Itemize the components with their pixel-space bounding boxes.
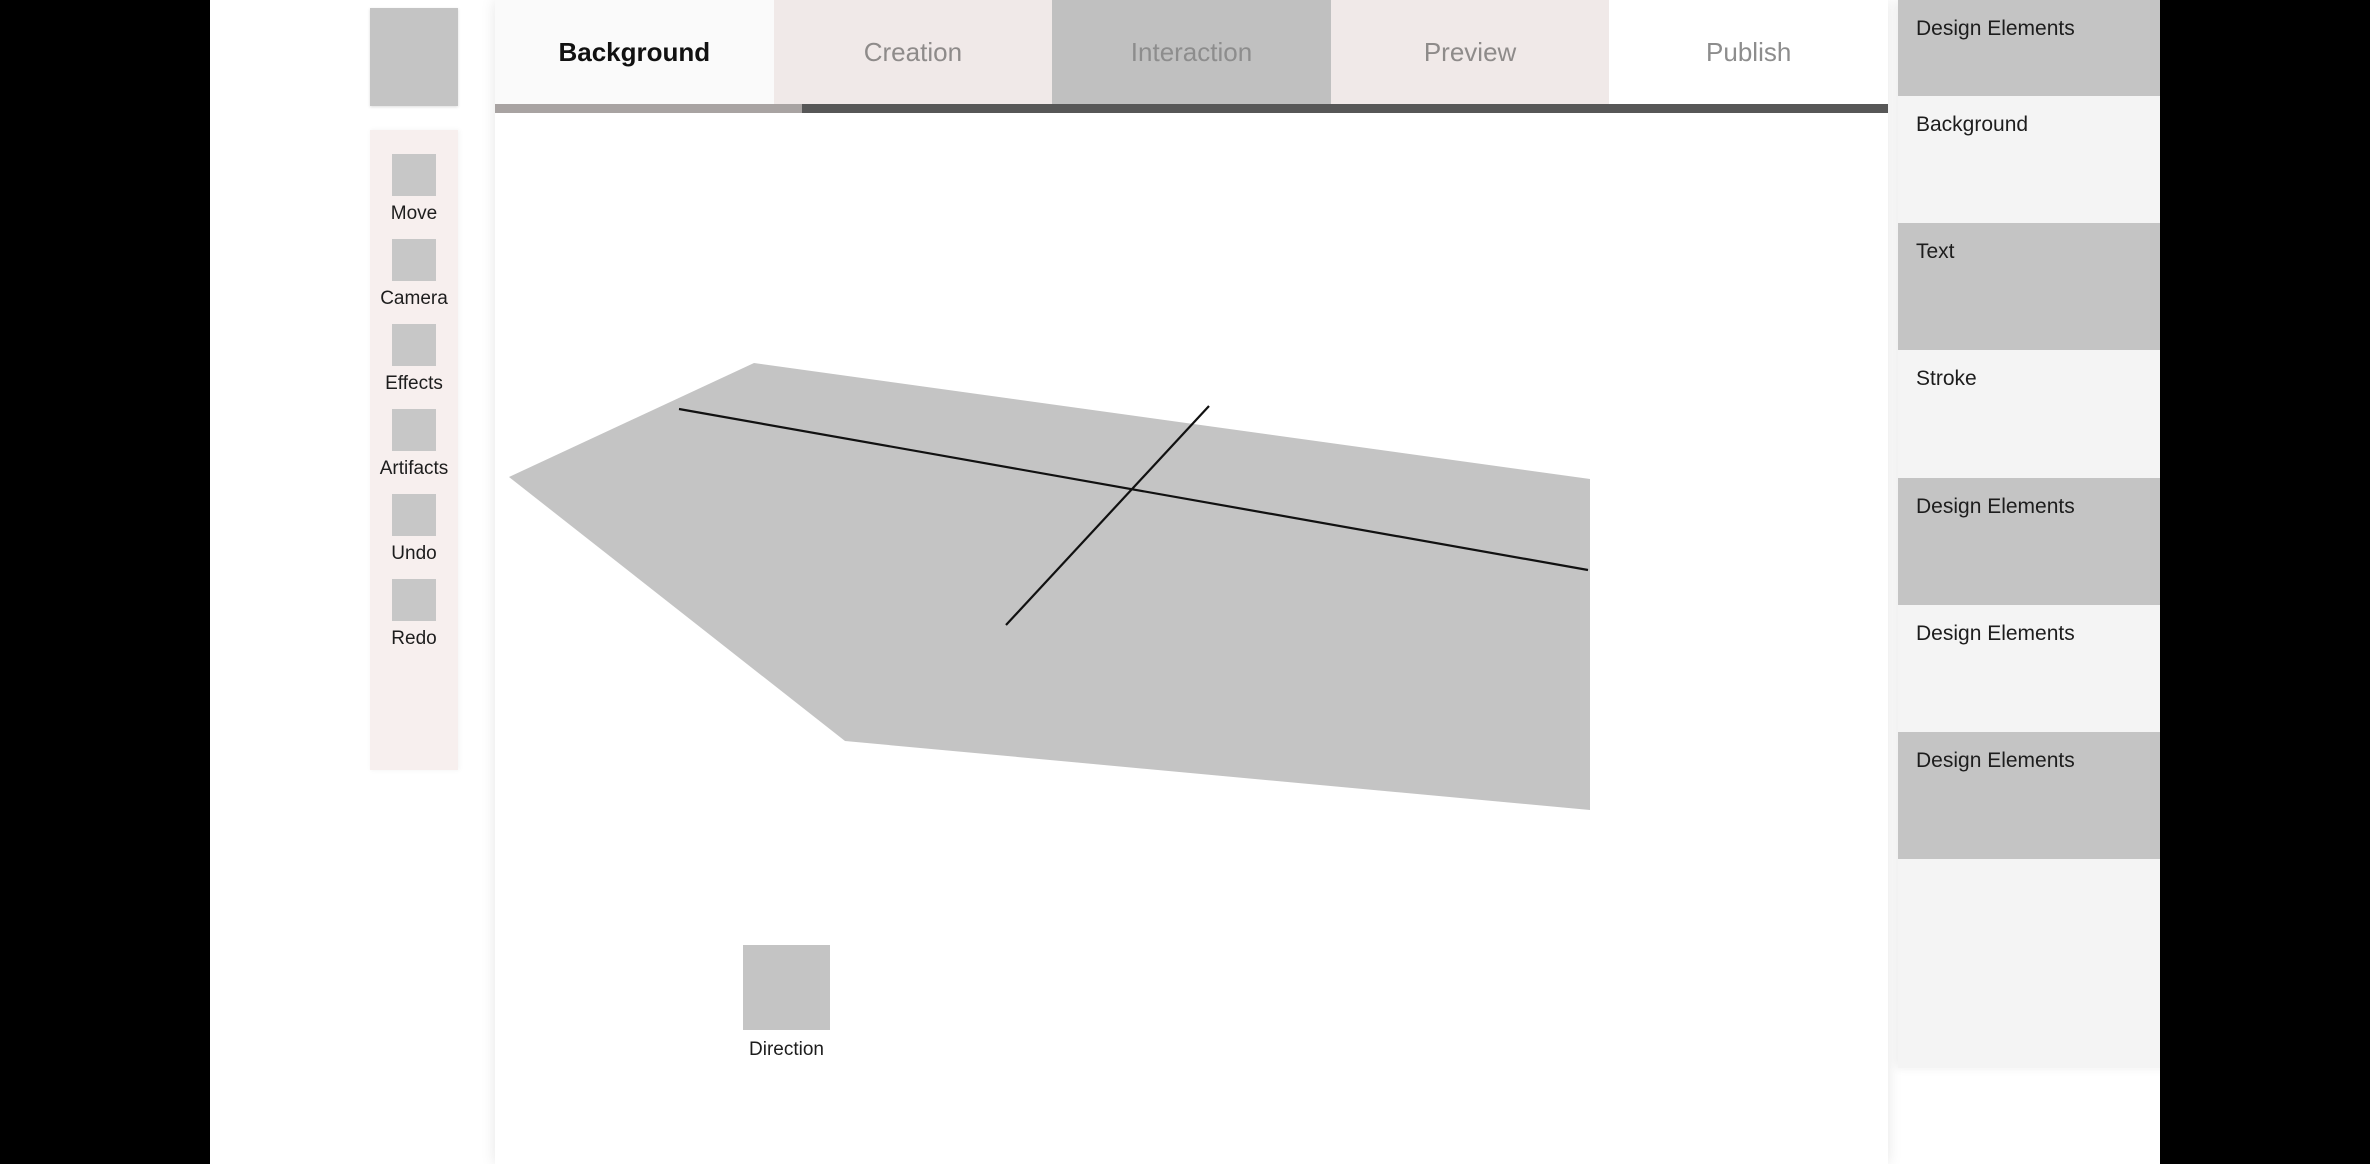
layer-row[interactable]: Background: [1898, 96, 2160, 223]
tab-interaction[interactable]: Interaction: [1052, 0, 1331, 104]
tab-underline: [495, 104, 1888, 113]
undo-icon: [392, 494, 436, 536]
app-logo[interactable]: [370, 8, 458, 106]
tab-preview[interactable]: Preview: [1330, 0, 1610, 104]
tool-item-camera[interactable]: Camera: [370, 239, 458, 308]
editor-canvas[interactable]: Direction: [495, 113, 1888, 1164]
camera-icon: [392, 239, 436, 281]
layer-label: Design Elements: [1916, 495, 2075, 518]
tab-label-preview: Preview: [1423, 36, 1517, 67]
tool-item-undo[interactable]: Undo: [370, 494, 458, 563]
tab-label-background: Background: [558, 36, 711, 67]
tab-publish[interactable]: Publish: [1609, 0, 1888, 104]
layer-label: Design Elements: [1916, 749, 2075, 772]
effects-icon: [392, 324, 436, 366]
tab-label-interaction: Interaction: [1130, 36, 1253, 67]
layer-label: Background: [1916, 113, 2029, 136]
tab-label-publish: Publish: [1706, 36, 1792, 67]
layer-row-empty[interactable]: [1898, 859, 2160, 1068]
tab-underline-dark-segment: [802, 104, 1888, 113]
tool-item-move[interactable]: Move: [370, 154, 458, 223]
layer-label: Stroke: [1916, 367, 1977, 390]
layer-label: Design Elements: [1916, 622, 2075, 645]
move-icon: [392, 154, 436, 196]
perspective-plane-graphic[interactable]: [495, 113, 1888, 1164]
artifacts-icon: [392, 409, 436, 451]
layer-row[interactable]: Design Elements: [1898, 605, 2160, 732]
main-panel: Background Creation Interaction Preview …: [495, 0, 1888, 1164]
tab-creation[interactable]: Creation: [773, 0, 1053, 104]
tool-label-camera: Camera: [380, 288, 448, 309]
layers-panel: Design Elements Background Text Stroke D…: [1898, 0, 2160, 1068]
ground-plane-shape[interactable]: [509, 363, 1590, 810]
left-tool-rail: Move Camera Effects Artifacts Undo Redo: [370, 130, 458, 770]
layer-label: Design Elements: [1916, 17, 2075, 40]
layer-row[interactable]: Design Elements: [1898, 478, 2160, 605]
layer-row[interactable]: Text: [1898, 223, 2160, 350]
tool-item-redo[interactable]: Redo: [370, 579, 458, 648]
app-window: Move Camera Effects Artifacts Undo Redo: [210, 0, 2160, 1164]
tool-label-undo: Undo: [391, 543, 437, 564]
redo-icon: [392, 579, 436, 621]
tab-label-creation: Creation: [863, 36, 963, 67]
tool-item-artifacts[interactable]: Artifacts: [370, 409, 458, 478]
tool-label-artifacts: Artifacts: [379, 458, 449, 479]
layer-row[interactable]: Design Elements: [1898, 0, 2160, 96]
screen-stage: Move Camera Effects Artifacts Undo Redo: [0, 0, 2370, 1164]
tool-label-move: Move: [390, 203, 438, 224]
direction-label: Direction: [749, 1039, 824, 1060]
direction-icon: [743, 945, 830, 1030]
tab-background[interactable]: Background: [495, 0, 774, 104]
tab-underline-light-segment: [495, 104, 802, 113]
layer-row[interactable]: Stroke: [1898, 350, 2160, 478]
tool-label-effects: Effects: [385, 373, 443, 394]
tab-strip: Background Creation Interaction Preview …: [495, 0, 1888, 104]
layer-row[interactable]: Design Elements: [1898, 732, 2160, 859]
tool-item-effects[interactable]: Effects: [370, 324, 458, 393]
layer-label: Text: [1916, 240, 1955, 263]
tool-label-redo: Redo: [391, 628, 437, 649]
direction-control[interactable]: Direction: [743, 945, 830, 1059]
